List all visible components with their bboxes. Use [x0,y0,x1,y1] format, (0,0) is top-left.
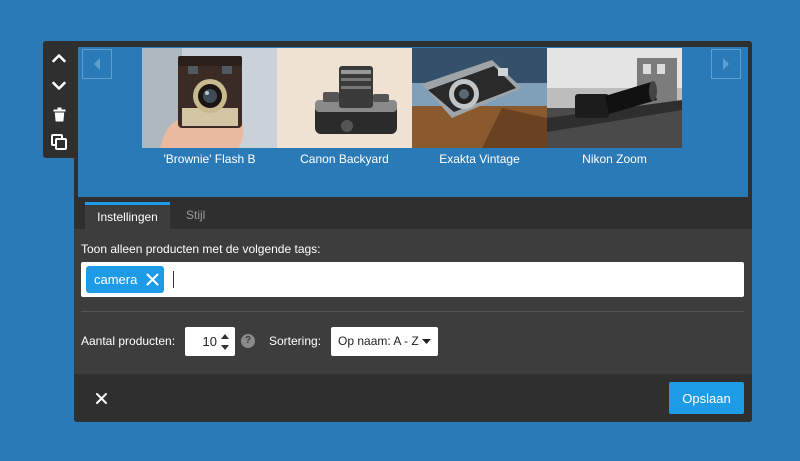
duplicate-button[interactable] [43,128,75,156]
close-icon [95,392,107,404]
help-icon[interactable]: ? [241,334,255,348]
tab-settings[interactable]: Instellingen [85,202,170,229]
close-button[interactable] [92,389,110,407]
sort-value: Op naam: A - Z [338,334,419,348]
divider [81,311,744,312]
tag-label: camera [94,272,138,287]
product-image [277,48,412,148]
tab-style[interactable]: Stijl [186,202,205,229]
tags-label: Toon alleen producten met de volgende ta… [81,242,321,256]
close-icon [146,273,159,286]
footer: Opslaan [74,374,752,422]
product-image [142,48,277,148]
move-up-button[interactable] [43,44,75,72]
product-card[interactable]: Canon Backyard [277,48,412,167]
products-block-editor: 'Brownie' Flash B Canon Backyard Exakta … [74,41,752,422]
products-preview: 'Brownie' Flash B Canon Backyard Exakta … [78,47,748,197]
delete-button[interactable] [43,100,75,128]
caret-right-icon [723,58,729,70]
previous-button[interactable] [82,49,112,79]
tag-chip: camera [86,266,164,293]
product-name: Nikon Zoom [582,152,647,166]
product-card[interactable]: 'Brownie' Flash B [142,48,277,167]
trash-icon [53,107,65,121]
settings-pane: Toon alleen producten met de volgende ta… [74,229,752,374]
caret-left-icon [94,58,100,70]
product-count-stepper[interactable]: 10 [185,327,235,356]
chevron-down-icon [52,81,66,90]
caret-up-icon [221,333,229,339]
product-card[interactable]: Nikon Zoom [547,48,682,167]
product-card[interactable]: Exakta Vintage [412,48,547,167]
sort-label: Sortering: [269,334,322,348]
copy-icon [51,134,67,150]
decrement-button[interactable] [220,341,230,353]
product-count-label: Aantal producten: [81,334,176,348]
sort-select[interactable]: Op naam: A - Z [331,327,438,356]
save-button[interactable]: Opslaan [669,382,744,414]
product-image [412,48,547,148]
product-image [547,48,682,148]
product-name: Exakta Vintage [439,152,520,166]
next-button[interactable] [711,49,741,79]
text-cursor [173,271,174,288]
product-count-value: 10 [202,334,217,349]
product-name: 'Brownie' Flash B [163,152,256,166]
block-toolbar [43,41,75,158]
move-down-button[interactable] [43,72,75,100]
product-name: Canon Backyard [300,152,389,166]
tags-input[interactable]: camera [81,262,744,297]
remove-tag-button[interactable] [144,271,161,288]
caret-down-icon [422,339,431,344]
caret-down-icon [221,344,229,350]
tab-bar: Instellingen Stijl [74,197,752,229]
chevron-up-icon [52,54,66,63]
